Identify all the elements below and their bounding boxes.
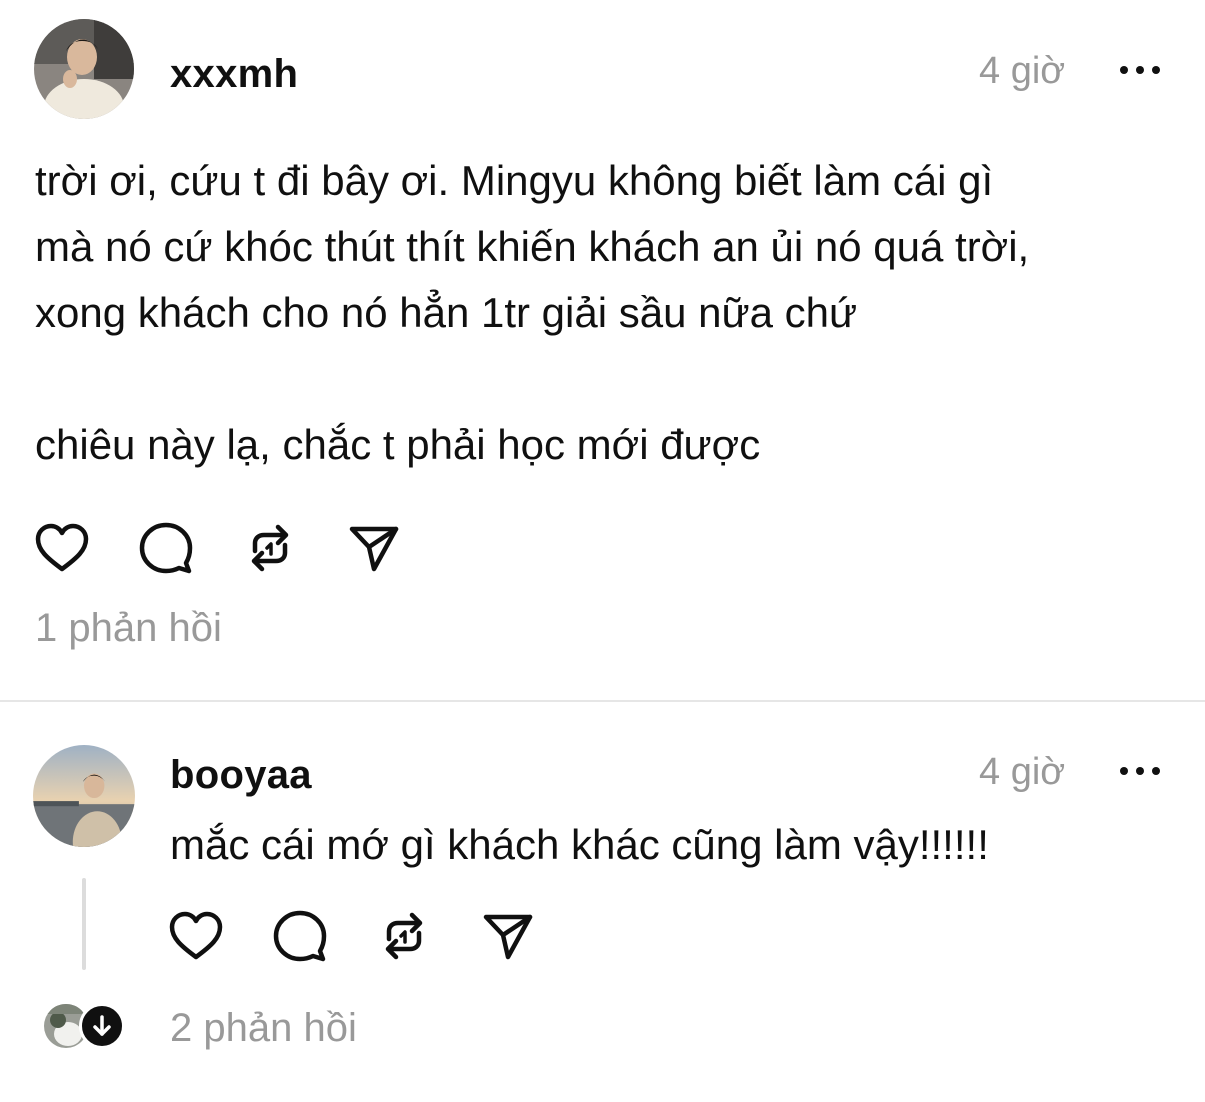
post-avatar[interactable]: [34, 19, 134, 119]
heart-icon: [169, 911, 223, 960]
send-icon: [349, 526, 399, 572]
reply-replies-count[interactable]: 2 phản hồi: [170, 1008, 357, 1048]
reply-timestamp: 4 giờ: [979, 751, 1066, 793]
more-icon[interactable]: [1120, 64, 1160, 76]
reply-avatar-image: [33, 745, 135, 847]
expand-replies-button[interactable]: [79, 1003, 125, 1049]
post-action-bar: [34, 520, 402, 576]
more-icon[interactable]: [1120, 765, 1160, 777]
comment-icon: [139, 522, 193, 574]
reply-avatar[interactable]: [33, 745, 135, 847]
arrow-down-icon: [93, 1015, 111, 1036]
comment-button[interactable]: [138, 520, 194, 576]
repost-button[interactable]: [242, 520, 298, 576]
share-button[interactable]: [346, 520, 402, 576]
like-button[interactable]: [168, 908, 224, 964]
post-replies-count[interactable]: 1 phản hồi: [35, 608, 222, 648]
like-button[interactable]: [34, 520, 90, 576]
thread-divider: [0, 700, 1205, 702]
repost-button[interactable]: [376, 908, 432, 964]
comment-button[interactable]: [272, 908, 328, 964]
heart-icon: [35, 523, 89, 572]
reply-body-text: mắc cái mớ gì khách khác cũng làm vậy!!!…: [170, 821, 989, 868]
post-body-text: trời ơi, cứu t đi bây ơi. Mingyu không b…: [35, 157, 1030, 468]
repost-icon: [251, 524, 289, 572]
repost-icon: [385, 912, 423, 960]
thread-connector-line: [82, 878, 86, 970]
reply-action-bar: [168, 908, 536, 964]
share-button[interactable]: [480, 908, 536, 964]
reply-username[interactable]: booyaa: [170, 755, 312, 795]
send-icon: [483, 914, 533, 960]
post-avatar-image: [34, 19, 134, 119]
post-username[interactable]: xxxmh: [170, 54, 298, 94]
comment-icon: [273, 910, 327, 962]
post-timestamp: 4 giờ: [979, 50, 1066, 92]
